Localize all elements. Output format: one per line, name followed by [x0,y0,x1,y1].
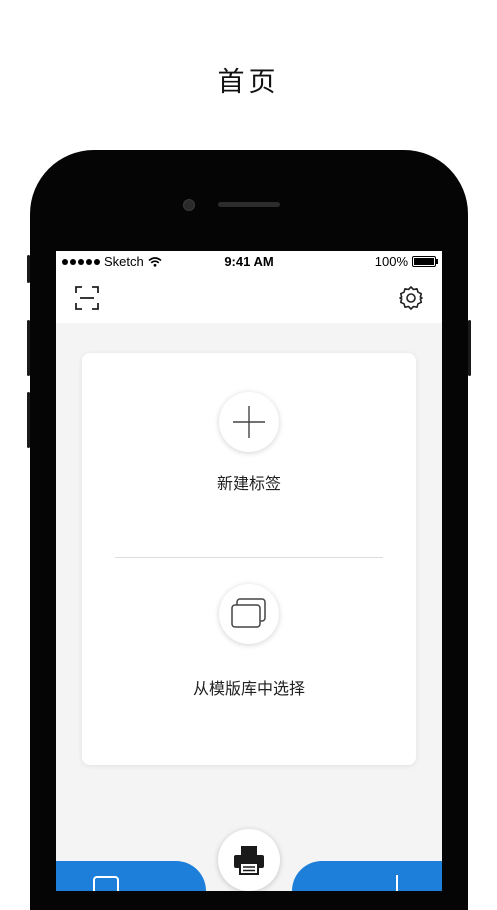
battery-percent: 100% [374,254,408,269]
gear-icon[interactable] [398,285,424,311]
phone-mute-switch [27,255,30,283]
top-bar [56,273,442,323]
front-camera [183,199,195,211]
print-button[interactable] [218,829,280,891]
earpiece-speaker [218,202,280,207]
page-title: 首页 [217,67,280,98]
battery-icon [412,256,438,267]
bottom-tab-left[interactable] [56,861,206,891]
new-label-text[interactable]: 新建标签 [82,470,416,494]
plus-icon [233,406,265,438]
phone-volume-down [27,392,30,448]
document-icon [93,876,119,891]
status-bar: Sketch 9:41 AM 100% [56,251,442,273]
create-card: 新建标签 从模版库中选择 [82,353,416,765]
template-library-text[interactable]: 从模版库中选择 [82,675,416,699]
printer-icon [234,846,264,875]
card-divider [115,557,383,558]
bottom-tab-right[interactable] [292,861,442,891]
tab-line-icon [396,875,398,891]
template-library-button[interactable] [219,584,279,644]
stacked-pages-icon [231,598,266,628]
new-label-button[interactable] [219,392,279,452]
phone-volume-up [27,320,30,376]
phone-power-button [468,320,471,376]
app-screen: Sketch 9:41 AM 100% 新建标签 从模版库中选择 [56,251,442,891]
scan-icon[interactable] [74,285,100,311]
